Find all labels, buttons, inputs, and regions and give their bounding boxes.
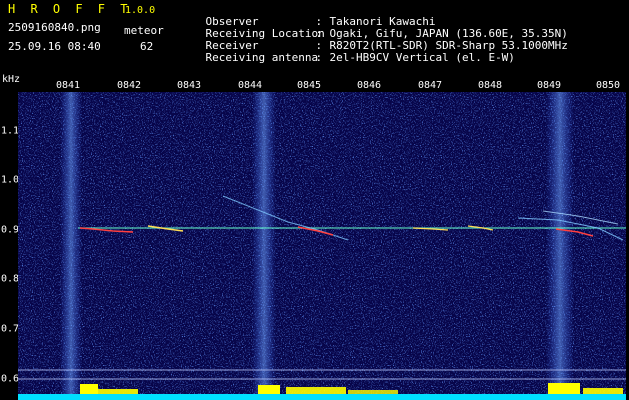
info-row-antenna: Receiving antenna: 2el-HB9CV Vertical (el… <box>179 40 515 76</box>
noise-speckle <box>18 92 626 400</box>
app-title: H R O F F T <box>8 2 132 16</box>
time-tick-label: 0846 <box>356 80 382 91</box>
frequency-tick-label: 0.8 <box>1 273 20 285</box>
spectrogram-canvas <box>18 92 626 400</box>
time-tick-label: 0841 <box>55 80 81 91</box>
image-filename: 2509160840.png <box>8 21 101 34</box>
signal-level-peak <box>80 384 98 394</box>
signal-level-peak <box>98 389 138 394</box>
time-tick-label: 0845 <box>296 80 322 91</box>
time-tick-label: 0843 <box>176 80 202 91</box>
info-label: Receiving antenna <box>205 51 319 64</box>
time-tick-label: 0842 <box>116 80 142 91</box>
app-version: 1.0.0 <box>125 5 156 16</box>
capture-datetime: 25.09.16 08:40 <box>8 40 101 53</box>
meteor-count-value: 62 <box>140 40 154 53</box>
spectrogram-waterfall <box>18 92 626 400</box>
info-separator: : <box>315 51 323 64</box>
time-tick-label: 0847 <box>417 80 443 91</box>
frequency-tick-label: 0.7 <box>1 323 20 335</box>
signal-level-peak <box>258 385 280 394</box>
time-tick-label: 0848 <box>477 80 503 91</box>
frequency-tick-label: 1.1 <box>1 125 20 137</box>
noise-band <box>60 92 82 400</box>
time-tick-label: 0849 <box>536 80 562 91</box>
frequency-unit-label: kHz <box>2 74 21 85</box>
hrofft-spectrogram-window: H R O F F T 1.0.0 2509160840.png 25.09.1… <box>0 0 629 400</box>
frequency-tick-label: 1.0 <box>1 174 20 186</box>
frequency-tick-label: 0.6 <box>1 373 20 385</box>
noise-band <box>546 92 574 400</box>
signal-level-baseline <box>18 394 626 400</box>
time-tick-label: 0844 <box>237 80 263 91</box>
meteor-count-label: meteor <box>124 24 164 37</box>
time-tick-label: 0850 <box>595 80 621 91</box>
signal-level-peak <box>548 383 580 394</box>
info-value: 2el-HB9CV Vertical (el. E-W) <box>329 51 515 64</box>
signal-level-peak <box>348 390 398 394</box>
signal-level-peak <box>583 388 623 394</box>
signal-level-peak <box>286 387 346 394</box>
noise-band <box>252 92 276 400</box>
frequency-tick-label: 0.9 <box>1 224 20 236</box>
